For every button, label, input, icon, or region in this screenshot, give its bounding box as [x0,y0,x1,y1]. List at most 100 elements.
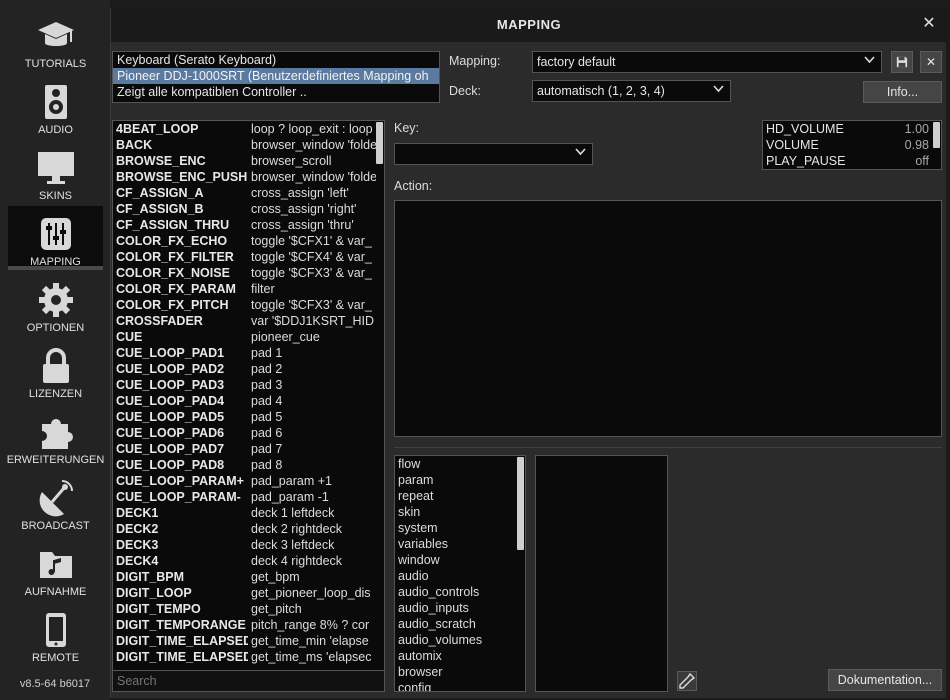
key-row[interactable]: CUE_LOOP_PAD7 pad 7 [113,441,384,457]
key-row[interactable]: COLOR_FX_PARAM filter [113,281,384,297]
key-row[interactable]: COLOR_FX_FILTER toggle '$CFX4' & var_ [113,249,384,265]
action-editor[interactable] [394,200,942,437]
variable-row: HD_VOLUME 1.00 [763,121,941,137]
nav-remote[interactable]: REMOTE [8,602,103,666]
category-item[interactable]: audio_volumes [395,632,525,648]
key-row[interactable]: DECK1 deck 1 leftdeck [113,505,384,521]
key-row[interactable]: CROSSFADER var '$DDJ1KSRT_HID [113,313,384,329]
nav-optionen[interactable]: OPTIONEN [8,272,103,336]
key-row[interactable]: BACK browser_window 'folde [113,137,384,153]
mapping-value: factory default [537,55,616,69]
nav-skins[interactable]: SKINS [8,140,103,204]
save-mapping-button[interactable] [891,51,913,73]
key-action: pad 8 [251,458,283,472]
key-row[interactable]: DECK2 deck 2 rightdeck [113,521,384,537]
nav-lizenzen[interactable]: LIZENZEN [8,338,103,402]
key-row[interactable]: DECK4 deck 4 rightdeck [113,553,384,569]
category-item[interactable]: repeat [395,488,525,504]
key-action: filter [251,282,275,296]
key-row[interactable]: DIGIT_LOOP get_pioneer_loop_dis [113,585,384,601]
category-item[interactable]: audio_inputs [395,600,525,616]
search-input[interactable] [112,670,385,692]
category-item[interactable]: audio_scratch [395,616,525,632]
category-item[interactable]: window [395,552,525,568]
category-item[interactable]: skin [395,504,525,520]
key-row[interactable]: DECK3 deck 3 leftdeck [113,537,384,553]
key-row[interactable]: CUE_LOOP_PARAM-pad_param -1 [113,489,384,505]
controller-item-selected[interactable]: Pioneer DDJ-1000SRT (Benutzerdefiniertes… [113,68,439,84]
key-action: var '$DDJ1KSRT_HID [251,314,375,328]
key-name: CUE_LOOP_PAD1 [116,346,225,360]
pipette-button[interactable] [677,671,697,691]
key-row[interactable]: DIGIT_TIME_ELAPSED get_time_ms 'elapsec [113,649,384,665]
variables-scrollbar[interactable] [933,122,940,148]
nav-tutorials[interactable]: TUTORIALS [8,8,103,72]
key-row[interactable]: BROWSE_ENC_PUSH browser_window 'folde [113,169,384,185]
category-item[interactable]: flow [395,456,525,472]
key-action: pad 4 [251,394,283,408]
key-name: COLOR_FX_ECHO [116,234,228,248]
key-row[interactable]: CUE_LOOP_PAD3 pad 3 [113,377,384,393]
key-row[interactable]: CUE_LOOP_PAD1 pad 1 [113,345,384,361]
key-row[interactable]: CUE_LOOP_PAD6 pad 6 [113,425,384,441]
key-row[interactable]: CUE_LOOP_PAD8 pad 8 [113,457,384,473]
key-row[interactable]: CUE_LOOP_PAD4 pad 4 [113,393,384,409]
script-command-list[interactable] [535,455,668,692]
category-item[interactable]: variables [395,536,525,552]
key-row[interactable]: COLOR_FX_NOISE toggle '$CFX3' & var_ [113,265,384,281]
key-row[interactable]: CUE pioneer_cue [113,329,384,345]
category-item[interactable]: system [395,520,525,536]
key-action: pad 2 [251,362,283,376]
key-row[interactable]: CF_ASSIGN_B cross_assign 'right' [113,201,384,217]
key-row[interactable]: CUE_LOOP_PAD5 pad 5 [113,409,384,425]
key-row[interactable]: 4BEAT_LOOP loop ? loop_exit : loop [113,121,384,137]
category-scrollbar[interactable] [517,457,524,550]
variable-row: PLAY_PAUSE off [763,153,941,169]
key-row[interactable]: COLOR_FX_PITCH toggle '$CFX3' & var_ [113,297,384,313]
deck-select[interactable]: automatisch (1, 2, 3, 4) [532,80,731,102]
key-name: DIGIT_BPM [116,570,185,584]
key-row[interactable]: CUE_LOOP_PARAM+ pad_param +1 [113,473,384,489]
nav-aufnahme[interactable]: AUFNAHME [8,536,103,600]
delete-mapping-button[interactable]: ✕ [920,51,942,73]
category-item[interactable]: param [395,472,525,488]
category-item[interactable]: audio_controls [395,584,525,600]
nav-erweiterungen[interactable]: ERWEITERUNGEN [7,404,104,468]
key-row[interactable]: CF_ASSIGN_THRU cross_assign 'thru' [113,217,384,233]
nav-broadcast[interactable]: BROADCAST [8,470,103,534]
key-row[interactable]: COLOR_FX_ECHO toggle '$CFX1' & var_ [113,233,384,249]
nav-audio[interactable]: AUDIO [8,74,103,138]
documentation-button[interactable]: Dokumentation... [828,669,942,691]
key-name: CF_ASSIGN_B [116,202,204,216]
key-row[interactable]: CUE_LOOP_PAD2 pad 2 [113,361,384,377]
category-item[interactable]: config [395,680,525,691]
key-name: CUE_LOOP_PAD3 [116,378,225,392]
key-name: CUE_LOOP_PAD8 [116,458,225,472]
script-category-list[interactable]: flow param repeat skin system variables window… [394,455,526,692]
controller-item[interactable]: Zeigt alle kompatiblen Controller .. [113,84,439,100]
divider [394,447,942,448]
controller-item[interactable]: Keyboard (Serato Keyboard) [113,52,439,68]
key-row[interactable]: DIGIT_TEMPORANGE pitch_range 8% ? cor [113,617,384,633]
key-row[interactable]: DIGIT_TEMPO get_pitch [113,601,384,617]
key-row[interactable]: BROWSE_ENC browser_scroll [113,153,384,169]
key-list-scrollbar[interactable] [376,122,383,164]
key-action: browser_window 'folde [251,170,376,184]
controller-list[interactable]: Keyboard (Serato Keyboard) Pioneer DDJ-1… [112,51,440,103]
key-mapping-list[interactable]: 4BEAT_LOOP loop ? loop_exit : loop BACK bro… [112,120,385,692]
key-select[interactable] [394,143,593,165]
variables-box: HD_VOLUME 1.00 VOLUME 0.98 PLAY_PAUSE off [762,120,942,170]
info-button[interactable]: Info... [863,81,942,103]
category-item[interactable]: audio [395,568,525,584]
key-name: CUE [116,330,143,344]
nav-mapping[interactable]: MAPPING [8,206,103,270]
key-row[interactable]: DIGIT_TIME_ELAPSED get_time_min 'elapse [113,633,384,649]
close-button[interactable]: ✕ [919,14,939,34]
key-action: get_pioneer_loop_dis [251,586,371,600]
category-item[interactable]: automix [395,648,525,664]
key-row[interactable]: DIGIT_BPM get_bpm [113,569,384,585]
key-row[interactable]: CF_ASSIGN_A cross_assign 'left' [113,185,384,201]
chevron-down-icon [864,52,875,72]
mapping-select[interactable]: factory default [532,51,882,73]
category-item[interactable]: browser [395,664,525,680]
